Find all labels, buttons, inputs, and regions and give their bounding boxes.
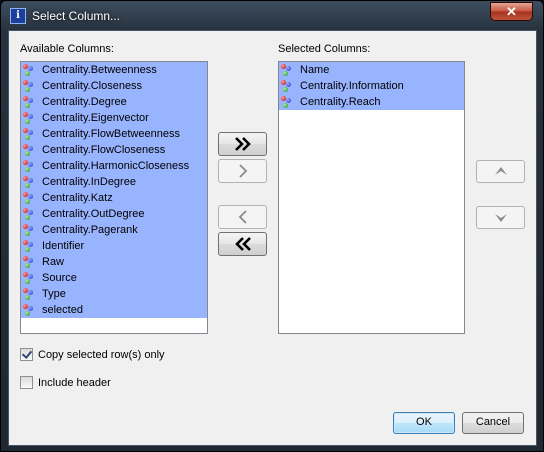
column-icon <box>23 127 38 141</box>
column-icon <box>23 111 38 125</box>
app-icon: i <box>10 8 26 24</box>
list-item-label: Name <box>300 64 330 76</box>
column-icon <box>23 223 38 237</box>
list-item[interactable]: selected <box>21 302 207 318</box>
list-item-label: Source <box>42 272 77 284</box>
list-item-label: Centrality.Reach <box>300 96 381 108</box>
selected-columns-label: Selected Columns: <box>278 43 371 55</box>
list-item[interactable]: Centrality.Pagerank <box>21 222 207 238</box>
move-up-button[interactable] <box>476 160 525 183</box>
list-item[interactable]: Centrality.Betweenness <box>21 62 207 78</box>
include-header-option[interactable]: Include header <box>20 376 111 389</box>
list-item-label: Type <box>42 288 66 300</box>
list-item-label: Centrality.HarmonicCloseness <box>42 160 190 172</box>
copy-selected-checkbox[interactable] <box>20 348 33 361</box>
add-all-button[interactable] <box>218 132 267 156</box>
list-item[interactable]: Centrality.Reach <box>279 94 464 110</box>
column-icon <box>23 63 38 77</box>
column-icon <box>23 239 38 253</box>
available-columns-label: Available Columns: <box>20 43 114 55</box>
chevron-right-icon <box>238 164 247 178</box>
list-item-label: Centrality.FlowCloseness <box>42 144 166 156</box>
remove-button[interactable] <box>218 205 267 229</box>
list-item-label: Centrality.InDegree <box>42 176 136 188</box>
available-columns-list[interactable]: Centrality.Betweenness Centrality.Closene… <box>20 61 208 334</box>
add-button[interactable] <box>218 159 267 183</box>
list-item-label: selected <box>42 304 83 316</box>
list-item-label: Identifier <box>42 240 85 252</box>
list-item[interactable]: Centrality.FlowBetweenness <box>21 126 207 142</box>
list-item[interactable]: Centrality.Information <box>279 78 464 94</box>
include-header-checkbox[interactable] <box>20 376 33 389</box>
copy-selected-label: Copy selected row(s) only <box>38 348 165 361</box>
list-item[interactable]: Centrality.Eigenvector <box>21 110 207 126</box>
list-item[interactable]: Centrality.Closeness <box>21 78 207 94</box>
include-header-label: Include header <box>38 376 111 389</box>
list-item[interactable]: Name <box>279 62 464 78</box>
ok-button[interactable]: OK <box>393 412 455 434</box>
dialog-content: Available Columns: Centrality.Betweennes… <box>8 30 537 446</box>
column-icon <box>281 95 296 109</box>
column-icon <box>23 271 38 285</box>
title-bar[interactable]: i Select Column... ✕ <box>1 1 543 31</box>
list-item-label: Centrality.OutDegree <box>42 208 145 220</box>
list-item[interactable]: Centrality.Katz <box>21 190 207 206</box>
list-item-label: Centrality.Betweenness <box>42 64 157 76</box>
list-item-label: Raw <box>42 256 65 268</box>
selected-columns-list[interactable]: Name Centrality.Information Centrality.Rea… <box>278 61 465 334</box>
double-chevron-left-icon <box>234 237 251 251</box>
double-chevron-right-icon <box>234 137 251 151</box>
copy-selected-option[interactable]: Copy selected row(s) only <box>20 348 165 361</box>
list-item[interactable]: Source <box>21 270 207 286</box>
arrow-up-icon <box>494 167 507 175</box>
list-item-label: Centrality.Degree <box>42 96 127 108</box>
move-down-button[interactable] <box>476 206 525 229</box>
column-icon <box>281 63 296 77</box>
column-icon <box>23 95 38 109</box>
chevron-left-icon <box>238 210 247 224</box>
list-item[interactable]: Centrality.InDegree <box>21 174 207 190</box>
column-icon <box>23 287 38 301</box>
window-title: Select Column... <box>32 9 121 23</box>
list-item[interactable]: Centrality.OutDegree <box>21 206 207 222</box>
cancel-button[interactable]: Cancel <box>462 412 524 434</box>
list-item-label: Centrality.Katz <box>42 192 113 204</box>
column-icon <box>23 207 38 221</box>
list-item-label: Centrality.Information <box>300 80 404 92</box>
column-icon <box>23 303 38 317</box>
select-column-dialog: i Select Column... ✕ Available Columns: … <box>0 0 544 452</box>
list-item-label: Centrality.Pagerank <box>42 224 138 236</box>
list-item-label: Centrality.Eigenvector <box>42 112 149 124</box>
list-item-label: Centrality.FlowBetweenness <box>42 128 180 140</box>
list-item[interactable]: Type <box>21 286 207 302</box>
list-item[interactable]: Raw <box>21 254 207 270</box>
close-button[interactable]: ✕ <box>490 2 533 21</box>
list-item[interactable]: Centrality.FlowCloseness <box>21 142 207 158</box>
column-icon <box>23 255 38 269</box>
list-item[interactable]: Identifier <box>21 238 207 254</box>
column-icon <box>23 175 38 189</box>
column-icon <box>23 159 38 173</box>
list-item-label: Centrality.Closeness <box>42 80 143 92</box>
list-item[interactable]: Centrality.Degree <box>21 94 207 110</box>
column-icon <box>23 79 38 93</box>
column-icon <box>281 79 296 93</box>
list-item[interactable]: Centrality.HarmonicCloseness <box>21 158 207 174</box>
column-icon <box>23 143 38 157</box>
arrow-down-icon <box>494 214 507 222</box>
column-icon <box>23 191 38 205</box>
remove-all-button[interactable] <box>218 232 267 256</box>
